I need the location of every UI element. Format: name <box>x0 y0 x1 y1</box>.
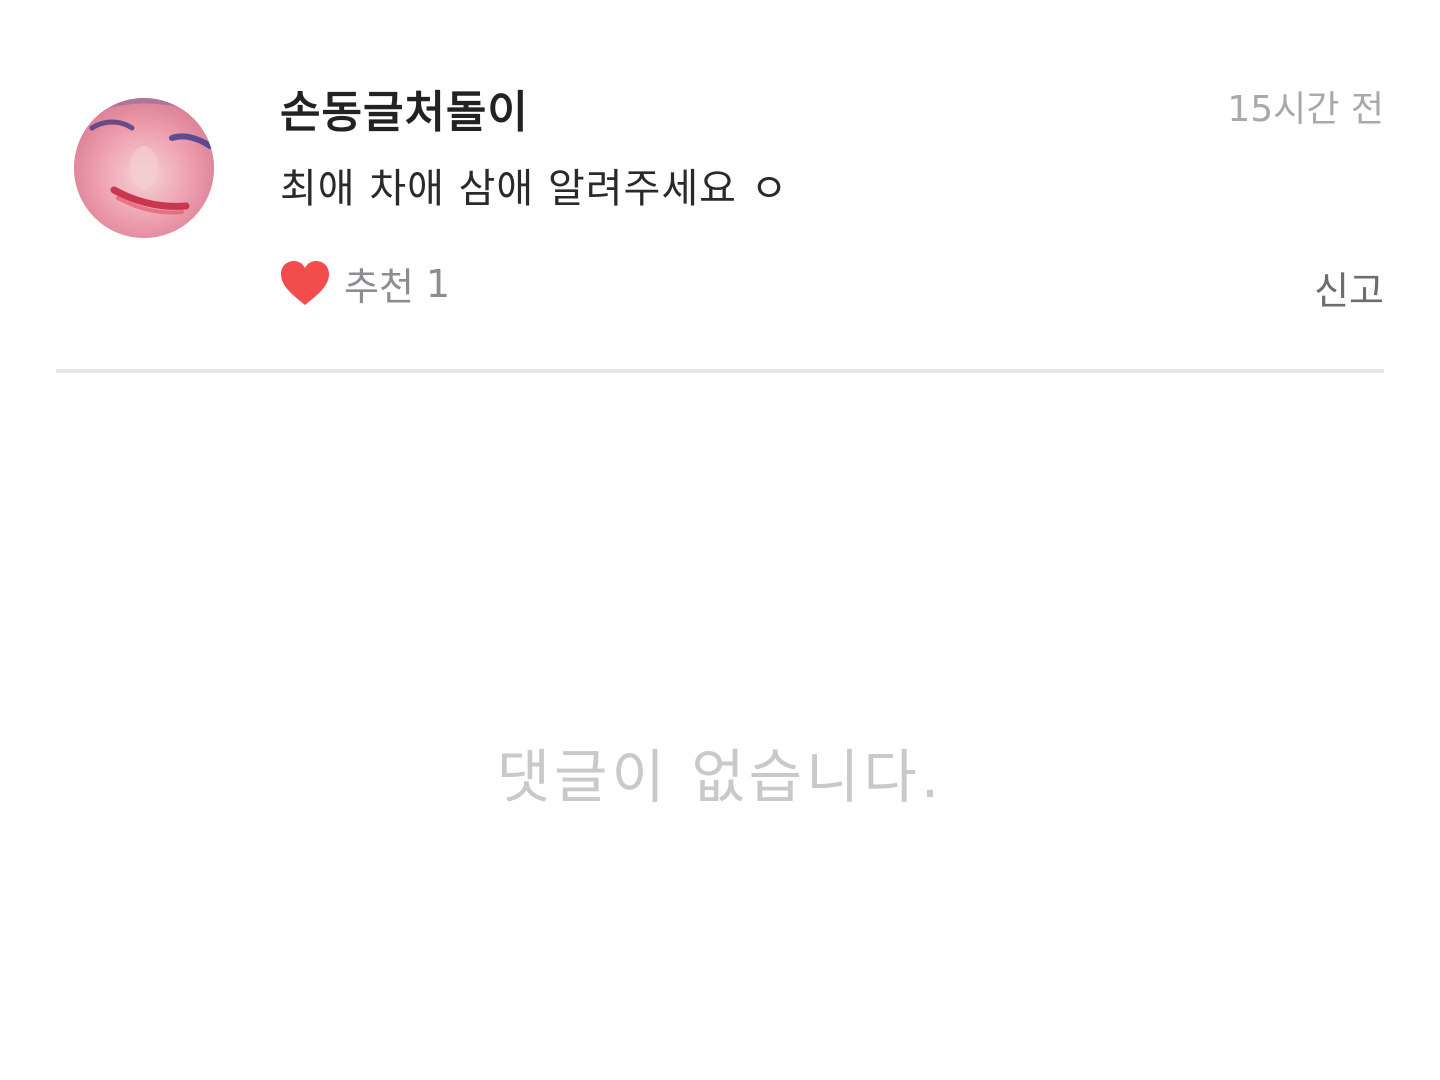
comment-content: 최애 차애 삼애 알려주세요 ㅇ <box>280 166 789 212</box>
heart-icon <box>281 260 329 305</box>
comments-page: 손동글처돌이 15시간 전 최애 차애 삼애 알려주세요 ㅇ 추천 1 신고 댓… <box>0 0 1440 1080</box>
like-count: 1 <box>425 261 451 306</box>
avatar-photo <box>74 98 214 238</box>
comment-author[interactable]: 손동글처돌이 <box>280 76 529 140</box>
like-label: 추천 <box>344 265 414 309</box>
comment-item: 손동글처돌이 15시간 전 최애 차애 삼애 알려주세요 ㅇ 추천 1 신고 <box>56 0 1384 372</box>
like-text: 추천 1 <box>344 256 450 311</box>
avatar[interactable] <box>74 98 214 238</box>
like-button[interactable]: 추천 1 <box>278 256 450 311</box>
comment-time: 15시간 전 <box>1227 89 1384 130</box>
report-button[interactable]: 신고 <box>1314 260 1384 315</box>
divider <box>56 369 1384 373</box>
empty-state-message: 댓글이 없습니다. <box>496 743 944 811</box>
